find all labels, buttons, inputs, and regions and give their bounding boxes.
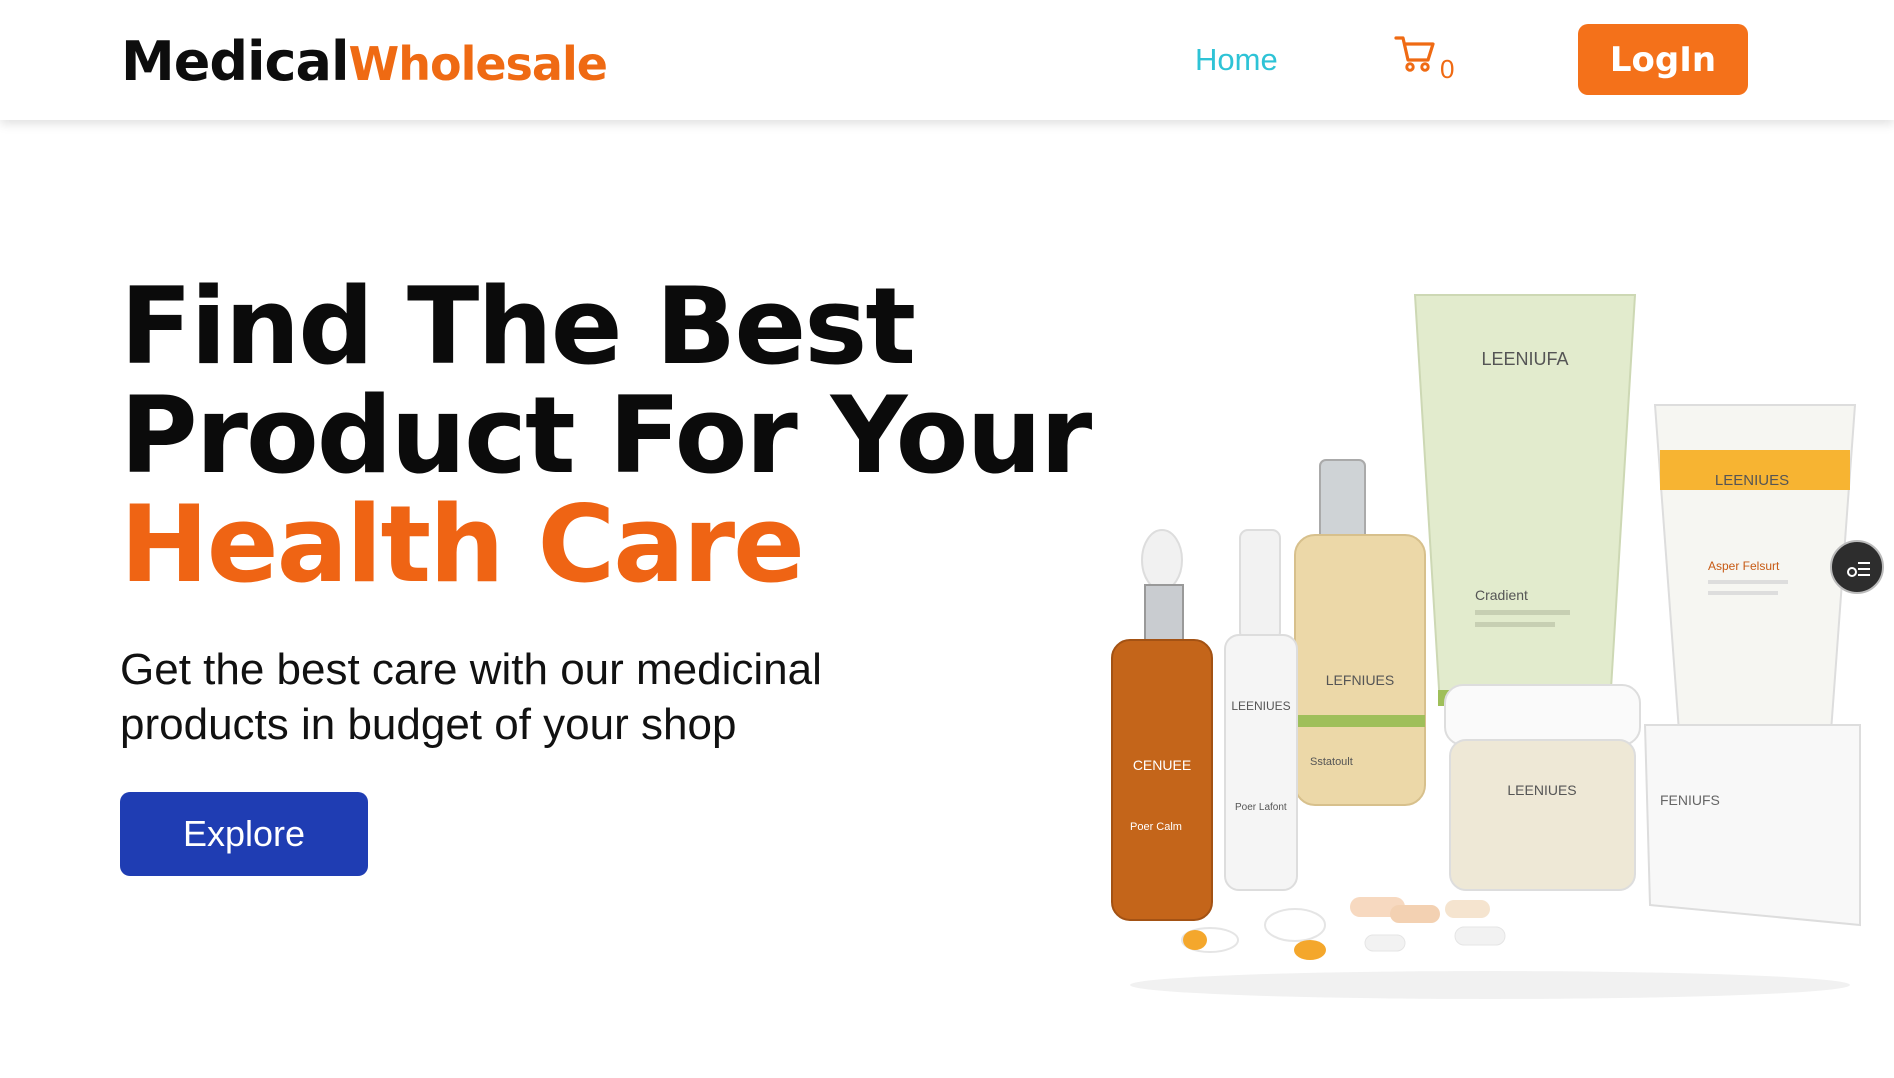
pump-bottle: LEENIUES Poer Lafont: [1224, 529, 1298, 891]
hero-subtitle-line1: Get the best care with our medicinal: [120, 645, 822, 694]
spray-name: Sstatoult: [1310, 756, 1353, 768]
cream-jar: LEENIUES: [1444, 684, 1641, 891]
pump-name: Poer Lafont: [1235, 802, 1287, 813]
brand-medical: Medical: [121, 30, 349, 93]
brand-wholesale: Wholesale: [348, 37, 607, 91]
list-settings-icon: [1847, 562, 1870, 577]
large-tube-brand: LEENIUFA: [1481, 349, 1568, 369]
hero-title-line2: Product For Your: [120, 374, 1092, 497]
dropper-brand: CENUEE: [1133, 757, 1191, 773]
large-tube: LEENIUFA Cradient: [1413, 294, 1637, 706]
top-navbar: MedicalWholesale Home 0 LogIn: [0, 0, 1894, 120]
nav-home-link[interactable]: Home: [1195, 42, 1278, 78]
brand-logo[interactable]: MedicalWholesale: [121, 30, 608, 93]
hero-subtitle: Get the best care with our medicinal pro…: [120, 642, 1020, 752]
hero-subtitle-line2: products in budget of your shop: [120, 700, 737, 749]
spray-brand: LEFNIUES: [1326, 672, 1394, 688]
cart-count-badge: 0: [1440, 54, 1455, 84]
product-shadow: [1130, 971, 1850, 999]
hero-title: Find The Best Product For Your Health Ca…: [120, 265, 1092, 606]
cart-button[interactable]: [1394, 34, 1436, 78]
explore-button[interactable]: Explore: [120, 792, 368, 876]
large-tube-name: Cradient: [1475, 587, 1528, 603]
product-box: FENIUFS: [1643, 724, 1861, 927]
pump-brand: LEENIUES: [1231, 699, 1290, 713]
login-button[interactable]: LogIn: [1578, 24, 1748, 95]
floating-settings-button[interactable]: [1830, 540, 1884, 594]
pills: [1181, 897, 1506, 960]
hero-title-accent: Health Care: [120, 483, 805, 606]
products-hero-image: LEENIUFA Cradient LEENIUES Asper Felsurt…: [1111, 294, 1861, 999]
jar-brand: LEENIUES: [1507, 782, 1576, 798]
small-tube-brand: LEENIUES: [1715, 472, 1789, 489]
cart-icon: [1394, 36, 1435, 72]
hero-title-line1: Find The Best: [120, 265, 916, 388]
spray-bottle: LEFNIUES Sstatoult: [1294, 459, 1426, 806]
small-tube-name: Asper Felsurt: [1708, 559, 1780, 573]
dropper-bottle: CENUEE Poer Calm: [1111, 529, 1213, 921]
box-brand: FENIUFS: [1660, 792, 1720, 808]
dropper-name: Poer Calm: [1130, 821, 1182, 833]
small-tube: LEENIUES Asper Felsurt: [1653, 404, 1857, 746]
